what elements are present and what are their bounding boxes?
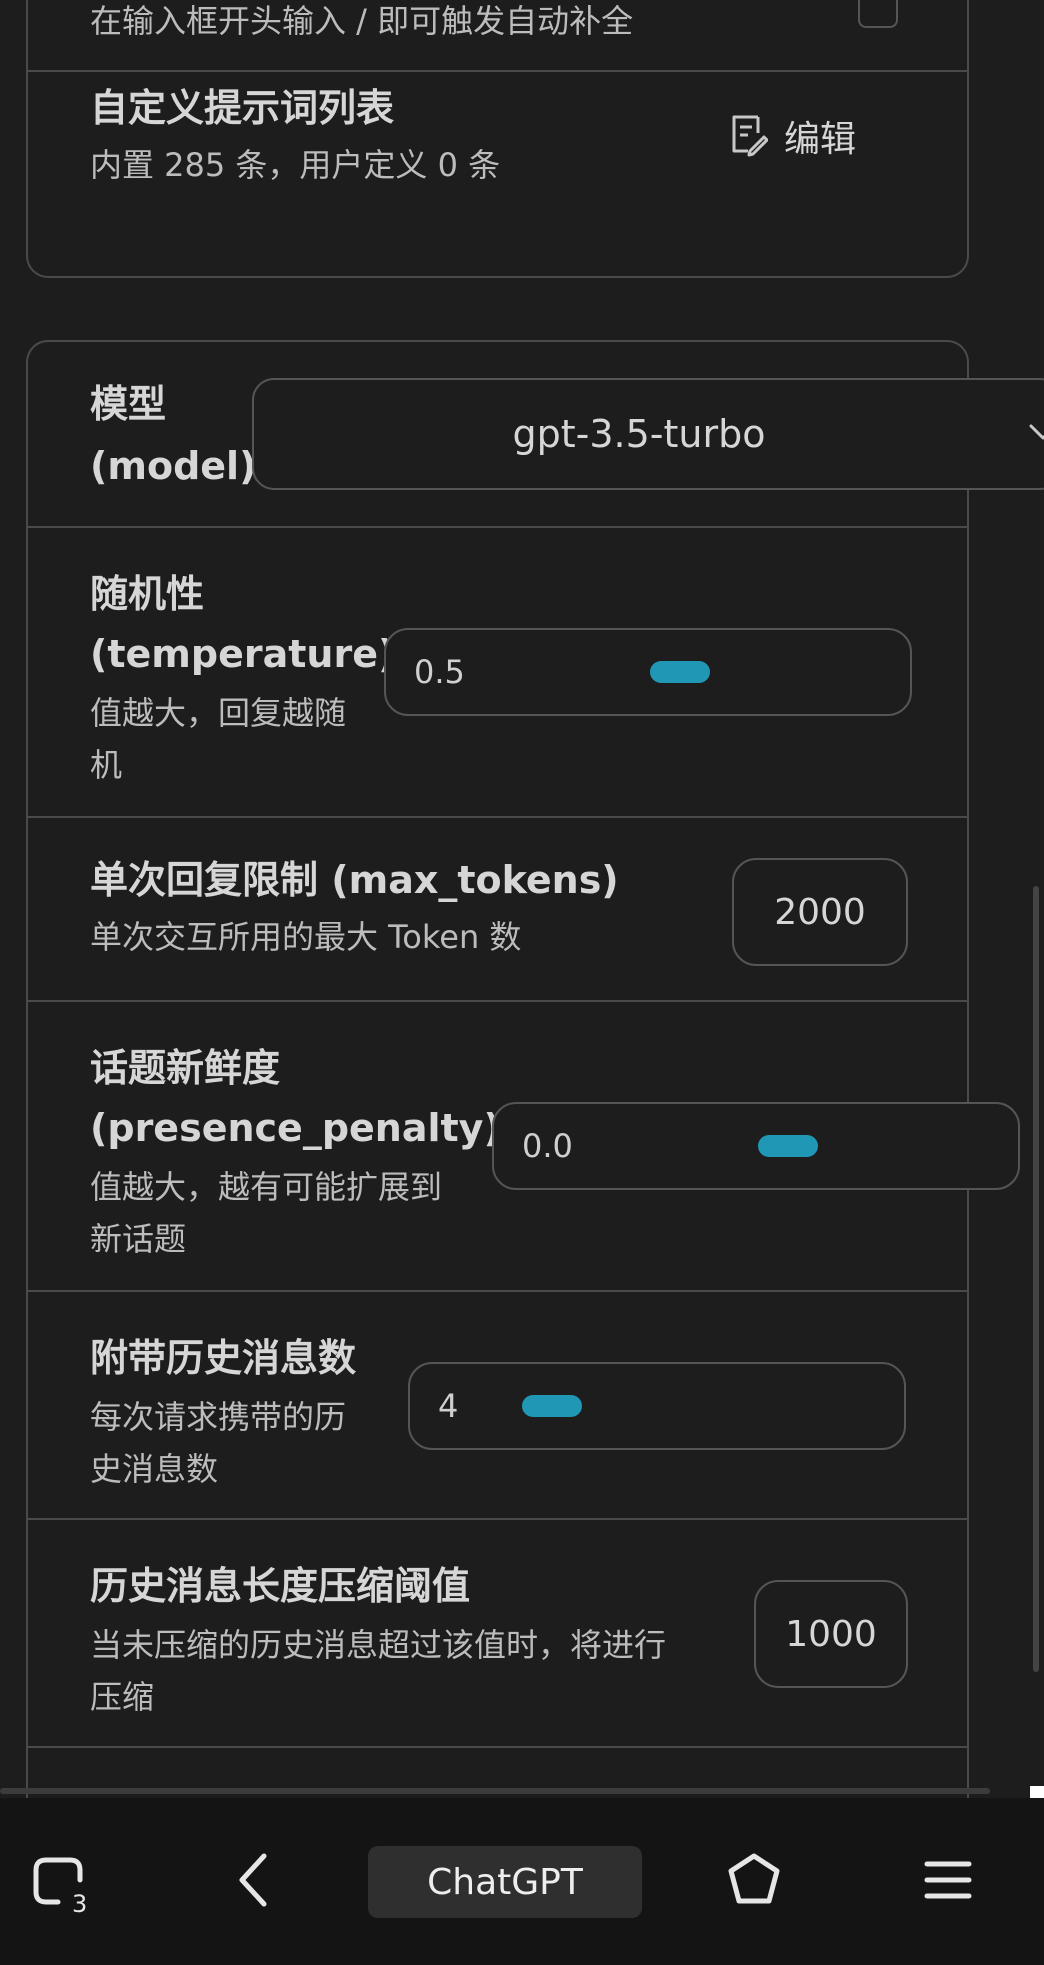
model-settings-card: 模型 (model) 随机性 (temperature) 值越大，回复越随 机 …	[26, 340, 1020, 1840]
chevron-down-icon	[1028, 420, 1044, 448]
edit-label: 编辑	[784, 119, 857, 160]
history-count-value: 4	[438, 1387, 459, 1425]
temperature-title-line2: (temperature)	[90, 632, 396, 676]
hamburger-menu-icon	[923, 1855, 973, 1909]
scroll-corner-marker	[1030, 1786, 1044, 1798]
temperature-value: 0.5	[414, 653, 465, 691]
max-tokens-input[interactable]: 2000	[732, 858, 908, 966]
history-count-desc-line2: 史消息数	[90, 1450, 219, 1488]
temperature-desc-line1: 值越大，回复越随	[90, 694, 347, 732]
max-tokens-row: 单次回复限制 (max_tokens) 单次交互所用的最大 Token 数 20…	[28, 818, 967, 1002]
presence-penalty-title-line1: 话题新鲜度	[90, 1046, 281, 1090]
compress-threshold-input[interactable]: 1000	[754, 1580, 908, 1688]
history-count-desc-line1: 每次请求携带的历	[90, 1398, 347, 1436]
autocomplete-toggle[interactable]	[858, 0, 898, 28]
model-label-line1: 模型	[90, 382, 167, 426]
edit-button[interactable]: 编辑	[728, 106, 856, 166]
compress-threshold-desc-line1: 当未压缩的历史消息超过该值时，将进行	[90, 1626, 667, 1664]
model-select[interactable]: gpt-3.5-turbo	[252, 378, 1044, 490]
custom-prompts-title: 自定义提示词列表	[90, 86, 395, 130]
back-button[interactable]	[194, 1798, 314, 1965]
presence-penalty-row: 话题新鲜度 (presence_penalty) 值越大，越有可能扩展到 新话题…	[28, 1002, 1020, 1292]
compress-threshold-title: 历史消息长度压缩阈值	[90, 1564, 471, 1608]
presence-penalty-title-line2: (presence_penalty)	[90, 1106, 501, 1150]
temperature-desc-line2: 机	[90, 746, 123, 784]
presence-penalty-desc-line1: 值越大，越有可能扩展到	[90, 1168, 443, 1206]
temperature-slider-thumb[interactable]	[650, 661, 710, 683]
autocomplete-row: 在输入框开头输入 / 即可触发自动补全	[28, 0, 967, 72]
presence-penalty-slider[interactable]: 0.0	[492, 1102, 1020, 1190]
presence-penalty-slider-thumb[interactable]	[758, 1135, 818, 1157]
home-button[interactable]	[694, 1798, 814, 1965]
compress-threshold-desc-line2: 压缩	[90, 1678, 155, 1716]
history-count-slider[interactable]: 4	[408, 1362, 906, 1450]
history-count-title: 附带历史消息数	[90, 1336, 357, 1380]
presence-penalty-desc-line2: 新话题	[90, 1220, 187, 1258]
settings-page: 在输入框开头输入 / 即可触发自动补全 自定义提示词列表 内置 285 条，用户…	[0, 0, 1044, 1965]
vertical-scrollbar[interactable]	[1033, 886, 1039, 1672]
max-tokens-title: 单次回复限制 (max_tokens)	[90, 858, 619, 902]
browser-bottom-bar: 3 ChatGPT	[0, 1798, 1044, 1965]
edit-icon	[728, 111, 769, 161]
presence-penalty-value: 0.0	[522, 1127, 573, 1165]
temperature-slider[interactable]: 0.5	[384, 628, 912, 716]
history-count-slider-thumb[interactable]	[522, 1395, 582, 1417]
tabs-button[interactable]: 3	[0, 1798, 120, 1965]
temperature-row: 随机性 (temperature) 值越大，回复越随 机 0.5	[28, 528, 967, 818]
autocomplete-hint: 在输入框开头输入 / 即可触发自动补全	[90, 2, 634, 40]
page-title-button[interactable]: ChatGPT	[368, 1846, 642, 1918]
tabs-count: 3	[72, 1890, 88, 1918]
home-hexagon-icon	[725, 1851, 783, 1913]
menu-button[interactable]	[888, 1798, 1008, 1965]
horizontal-scrollbar[interactable]	[0, 1788, 990, 1794]
prompt-settings-card: 在输入框开头输入 / 即可触发自动补全 自定义提示词列表 内置 285 条，用户…	[26, 0, 969, 278]
temperature-title-line1: 随机性	[90, 572, 205, 616]
compress-threshold-row: 历史消息长度压缩阈值 当未压缩的历史消息超过该值时，将进行 压缩 1000	[28, 1520, 967, 1748]
custom-prompts-row: 自定义提示词列表 内置 285 条，用户定义 0 条 编辑	[28, 72, 967, 278]
history-count-row: 附带历史消息数 每次请求携带的历 史消息数 4	[28, 1292, 967, 1520]
custom-prompts-subtitle: 内置 285 条，用户定义 0 条	[90, 146, 501, 184]
model-selected-value: gpt-3.5-turbo	[512, 412, 766, 456]
max-tokens-desc: 单次交互所用的最大 Token 数	[90, 918, 522, 956]
back-arrow-icon	[234, 1850, 274, 1914]
model-label-line2: (model)	[90, 444, 257, 488]
